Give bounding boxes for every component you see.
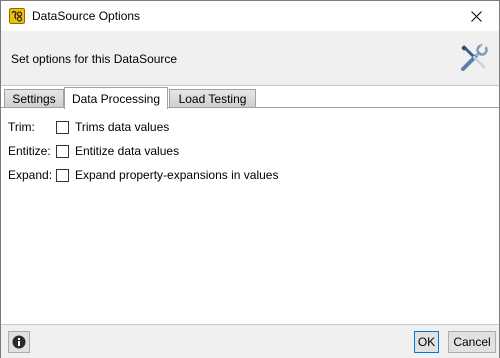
tab-strip: Settings Data Processing Load Testing (1, 87, 499, 109)
tab-load-testing[interactable]: Load Testing (169, 89, 256, 107)
tab-data-processing[interactable]: Data Processing (64, 87, 168, 109)
expand-checkbox-label[interactable]: Expand property-expansions in values (75, 168, 278, 182)
dialog-window: DataSource Options Set options for this … (0, 0, 500, 358)
entitize-label: Entitize: (8, 144, 51, 158)
tools-icon (461, 43, 488, 71)
expand-label: Expand: (8, 168, 53, 182)
entitize-checkbox-label[interactable]: Entitize data values (75, 144, 179, 158)
option-row-trim: Trim: Trims data values (8, 119, 169, 135)
title-bar: DataSource Options (1, 1, 499, 31)
tab-data-processing-label: Data Processing (71, 92, 161, 106)
close-icon (470, 10, 482, 22)
description-text: Set options for this DataSource (11, 52, 178, 66)
info-icon (12, 335, 26, 349)
cancel-button[interactable]: Cancel (448, 331, 496, 353)
trim-checkbox[interactable] (56, 120, 69, 134)
ok-button[interactable]: OK (414, 331, 439, 353)
option-row-entitize: Entitize: Entitize data values (8, 143, 179, 159)
soapui-app-icon (9, 8, 25, 24)
close-button[interactable] (453, 1, 499, 31)
tab-settings[interactable]: Settings (4, 89, 64, 107)
window-title: DataSource Options (32, 9, 141, 23)
trim-label: Trim: (8, 120, 35, 134)
entitize-checkbox[interactable] (56, 144, 69, 158)
tab-settings-label: Settings (12, 92, 56, 106)
expand-checkbox[interactable] (56, 168, 69, 182)
tab-content-data-processing: Trim: Trims data values Entitize: Entiti… (1, 108, 499, 323)
button-bar: OK Cancel (1, 324, 499, 358)
info-button[interactable] (8, 331, 30, 353)
trim-checkbox-label[interactable]: Trims data values (75, 120, 169, 134)
tab-load-testing-label: Load Testing (178, 92, 247, 106)
description-panel: Set options for this DataSource (1, 31, 499, 86)
option-row-expand: Expand: Expand property-expansions in va… (8, 167, 278, 183)
